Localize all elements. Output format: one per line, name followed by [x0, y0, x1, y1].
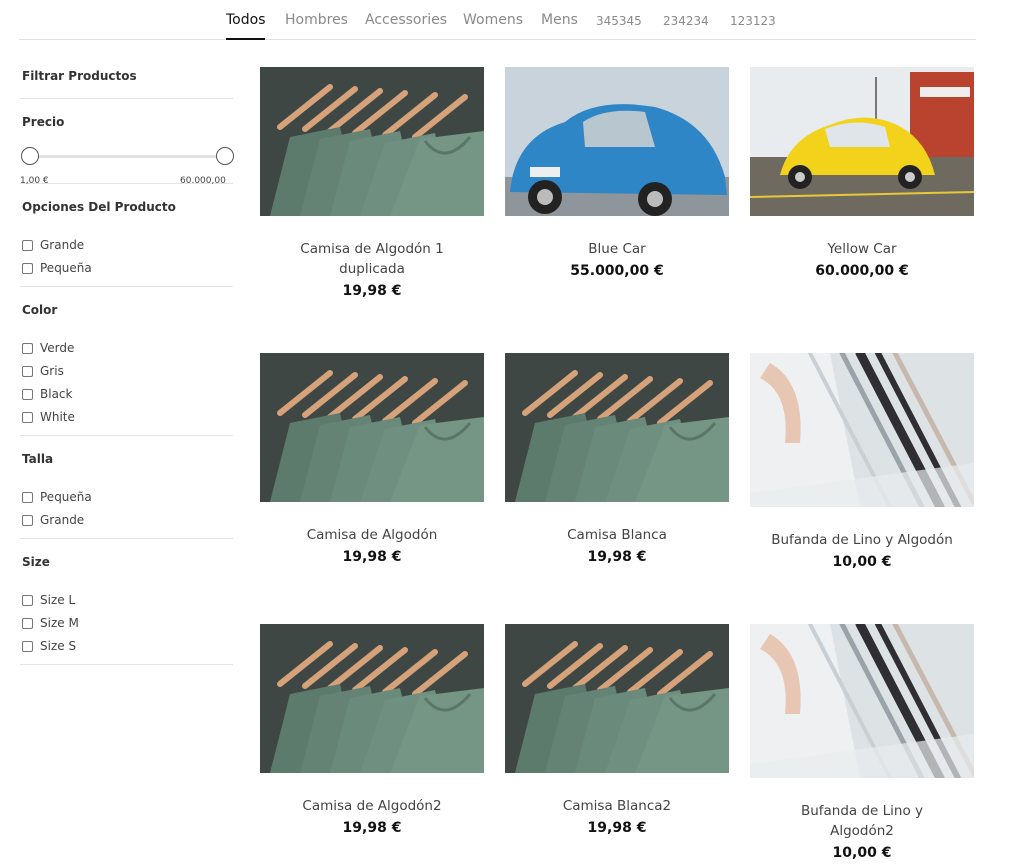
- checkbox[interactable]: [22, 594, 33, 606]
- product-price: 19,98 €: [342, 549, 402, 565]
- checkbox[interactable]: [22, 491, 33, 503]
- green-shirts-image: [505, 353, 729, 502]
- checkbox[interactable]: [22, 617, 33, 629]
- product-card[interactable]: Yellow Car 60.000,00 €: [750, 67, 974, 279]
- option-talla-grande[interactable]: Grande: [22, 504, 233, 536]
- product-card[interactable]: Blue Car 55.000,00 €: [505, 67, 729, 279]
- product-price: 60.000,00 €: [815, 263, 909, 279]
- product-options-label: Opciones Del Producto: [22, 200, 176, 214]
- option-size-s[interactable]: Size S: [22, 630, 233, 662]
- tab-345345[interactable]: 345345: [596, 14, 642, 28]
- product-name[interactable]: Camisa de Algodón: [260, 525, 484, 545]
- scarf-image: [750, 624, 974, 782]
- scarf-image: [750, 353, 974, 511]
- product-card[interactable]: Camisa de Algodón 19,98 €: [260, 353, 484, 565]
- checkbox[interactable]: [22, 388, 33, 400]
- option-label: Black: [40, 387, 73, 401]
- color-filter: Color Verde Gris Black White: [20, 287, 233, 436]
- tab-accessories[interactable]: Accessories: [365, 12, 447, 28]
- option-label: Grande: [40, 238, 85, 252]
- checkbox[interactable]: [22, 640, 33, 652]
- product-price: 55.000,00 €: [570, 263, 664, 279]
- product-card[interactable]: Bufanda de Lino y Algodón 10,00 €: [750, 353, 974, 570]
- filter-sidebar: Filtrar Productos Precio 1,00 € 60.000,0…: [20, 58, 234, 665]
- option-label: Size M: [40, 616, 79, 630]
- product-name[interactable]: Blue Car: [505, 239, 729, 259]
- yellow-car-image: [750, 67, 974, 216]
- category-tabs: Todos Hombres Accessories Womens Mens 34…: [19, 0, 976, 40]
- product-image[interactable]: [260, 67, 484, 220]
- option-label: Gris: [40, 364, 64, 378]
- option-label: Pequeña: [40, 490, 92, 504]
- product-card[interactable]: Camisa de Algodón2 19,98 €: [260, 624, 484, 836]
- product-image[interactable]: [260, 624, 484, 777]
- price-slider-max-handle[interactable]: [216, 147, 234, 165]
- product-name[interactable]: Camisa de Algodón2: [260, 796, 484, 816]
- option-label: Pequeña: [40, 261, 92, 275]
- checkbox[interactable]: [22, 365, 33, 377]
- product-image[interactable]: [505, 67, 729, 220]
- option-label: White: [40, 410, 75, 424]
- tab-womens[interactable]: Womens: [463, 12, 523, 28]
- product-price: 19,98 €: [587, 549, 647, 565]
- product-price: 19,98 €: [587, 820, 647, 836]
- option-pequena[interactable]: Pequeña: [22, 252, 233, 284]
- product-options-filter: Opciones Del Producto Grande Pequeña: [20, 184, 233, 287]
- option-label: Size S: [40, 639, 77, 653]
- filter-title: Filtrar Productos: [20, 58, 233, 99]
- option-label: Size L: [40, 593, 76, 607]
- product-card[interactable]: Camisa Blanca2 19,98 €: [505, 624, 729, 836]
- product-price: 19,98 €: [342, 820, 402, 836]
- product-name[interactable]: Yellow Car: [750, 239, 974, 259]
- product-price: 19,98 €: [342, 283, 402, 299]
- price-filter: Precio 1,00 € 60.000,00: [20, 99, 234, 186]
- tab-mens[interactable]: Mens: [541, 12, 578, 28]
- product-image[interactable]: [505, 624, 729, 777]
- option-label: Grande: [40, 513, 85, 527]
- product-card[interactable]: Bufanda de Lino y Algodón2 10,00 €: [750, 624, 974, 861]
- tab-234234[interactable]: 234234: [663, 14, 709, 28]
- product-image[interactable]: [750, 353, 974, 511]
- product-card[interactable]: Camisa Blanca 19,98 €: [505, 353, 729, 565]
- size-label: Size: [22, 555, 50, 569]
- price-slider-min-handle[interactable]: [21, 147, 39, 165]
- product-image[interactable]: [750, 624, 974, 782]
- price-slider-track[interactable]: [28, 155, 224, 158]
- product-name[interactable]: Bufanda de Lino y Algodón: [750, 530, 974, 550]
- product-image[interactable]: [260, 353, 484, 506]
- green-shirts-image: [260, 67, 484, 216]
- price-label: Precio: [22, 115, 65, 129]
- tab-todos[interactable]: Todos: [226, 12, 266, 40]
- checkbox[interactable]: [22, 239, 33, 251]
- product-name[interactable]: Camisa de Algodón 1 duplicada: [260, 239, 484, 279]
- product-card[interactable]: Camisa de Algodón 1 duplicada 19,98 €: [260, 67, 484, 299]
- product-name[interactable]: Camisa Blanca2: [505, 796, 729, 816]
- product-image[interactable]: [750, 67, 974, 220]
- product-name[interactable]: Camisa Blanca: [505, 525, 729, 545]
- product-image[interactable]: [505, 353, 729, 506]
- option-label: Verde: [40, 341, 75, 355]
- blue-car-image: [505, 67, 729, 216]
- product-price: 10,00 €: [832, 845, 892, 861]
- size-filter: Size Size L Size M Size S: [20, 539, 233, 665]
- tab-123123[interactable]: 123123: [730, 14, 776, 28]
- checkbox[interactable]: [22, 262, 33, 274]
- product-name[interactable]: Bufanda de Lino y Algodón2: [750, 801, 974, 841]
- green-shirts-image: [260, 353, 484, 502]
- green-shirts-image: [260, 624, 484, 773]
- color-label: Color: [22, 303, 58, 317]
- checkbox[interactable]: [22, 411, 33, 423]
- option-white[interactable]: White: [22, 401, 233, 433]
- checkbox[interactable]: [22, 514, 33, 526]
- tab-hombres[interactable]: Hombres: [285, 12, 348, 28]
- green-shirts-image: [505, 624, 729, 773]
- talla-label: Talla: [22, 452, 54, 466]
- talla-filter: Talla Pequeña Grande: [20, 436, 233, 539]
- checkbox[interactable]: [22, 342, 33, 354]
- product-price: 10,00 €: [832, 554, 892, 570]
